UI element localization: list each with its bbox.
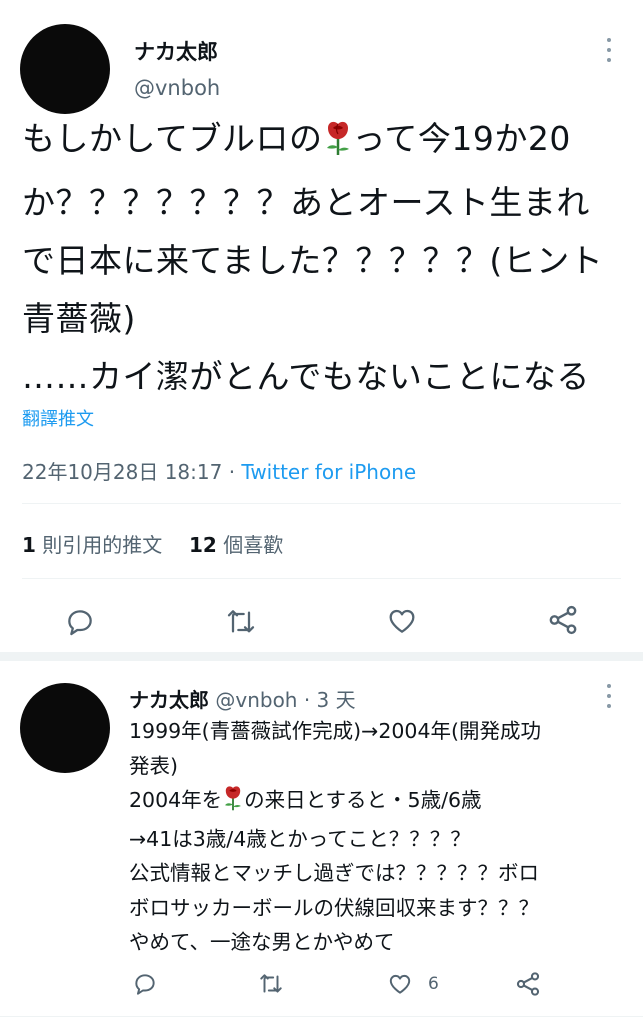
tweet-date[interactable]: 22年10月28日 18:17 — [22, 460, 222, 484]
reply-icon[interactable] — [64, 606, 96, 638]
retweet-icon[interactable] — [257, 971, 285, 997]
reply-line: ボロサッカーボールの伏線回収来ます？？？ — [129, 895, 539, 920]
divider — [22, 503, 621, 504]
tweet-text: もしかしてブルロの って今19か20 か？？？？？？？あとオースト生まれ で日本に… — [22, 110, 603, 406]
rose-emoji-icon — [222, 785, 244, 822]
author-handle[interactable]: @vnboh — [134, 76, 220, 100]
author-avatar[interactable] — [20, 24, 110, 114]
reply-line: →41は3歳/4歳とかってこと？？？？ — [129, 826, 471, 851]
reply-line: 発表) — [129, 753, 178, 778]
tweet-source[interactable]: Twitter for iPhone — [241, 460, 416, 484]
more-icon[interactable] — [606, 684, 612, 708]
tweet-line: ……カイ潔がとんでもないことになる — [22, 357, 590, 396]
reply-line: 公式情報とマッチし過ぎでは？？？？？ボロ — [129, 861, 539, 885]
reply-handle-time[interactable]: @vnboh · 3 天 — [215, 688, 355, 712]
tweet-stats: 1 則引用的推文 12 個喜歡 — [22, 529, 283, 558]
tweet-line: 青薔薇) — [22, 299, 136, 338]
reply-line: 1999年(青薔薇試作完成)→2004年(開発成功 — [129, 719, 542, 743]
meta-separator: · — [222, 460, 242, 484]
quotes-stat[interactable]: 1 則引用的推文 — [22, 533, 162, 557]
author-name[interactable]: ナカ太郎 — [134, 36, 218, 66]
likes-count: 12 — [189, 533, 217, 557]
more-icon[interactable] — [606, 38, 612, 62]
quotes-count: 1 — [22, 533, 36, 557]
tweet-line: か？？？？？？？あとオースト生まれ — [22, 183, 590, 222]
reply-author-avatar[interactable] — [20, 683, 110, 773]
divider — [0, 1016, 643, 1017]
reply-icon[interactable] — [132, 971, 158, 997]
likes-stat[interactable]: 12 個喜歡 — [189, 533, 283, 557]
like-count: 6 — [428, 974, 439, 994]
reply-line: やめて、一途な男とかやめて — [129, 930, 395, 954]
heart-icon[interactable] — [385, 605, 419, 637]
reply-line: 2004年を の来日とすると・5歳/6歳 — [129, 783, 541, 822]
translate-link[interactable]: 翻譯推文 — [22, 405, 94, 431]
reply-header: ナカ太郎 @vnboh · 3 天 — [129, 684, 356, 713]
heart-icon[interactable] — [386, 971, 414, 997]
rose-emoji-icon — [323, 116, 353, 174]
tweet-line: で日本に来てました？？？？？(ヒント — [22, 241, 604, 280]
tweet-line: もしかしてブルロの って今19か20 — [22, 110, 603, 174]
share-icon[interactable] — [546, 603, 580, 637]
retweet-icon[interactable] — [224, 606, 258, 638]
quotes-label: 則引用的推文 — [42, 533, 163, 557]
section-separator — [0, 652, 643, 661]
share-icon[interactable] — [514, 970, 542, 998]
tweet-meta: 22年10月28日 18:17 · Twitter for iPhone — [22, 456, 416, 485]
divider — [22, 578, 621, 579]
reply-author-name[interactable]: ナカ太郎 — [129, 688, 209, 712]
likes-label: 個喜歡 — [223, 533, 284, 557]
reply-text: 1999年(青薔薇試作完成)→2004年(開発成功 発表) 2004年を の来日と… — [129, 714, 541, 960]
